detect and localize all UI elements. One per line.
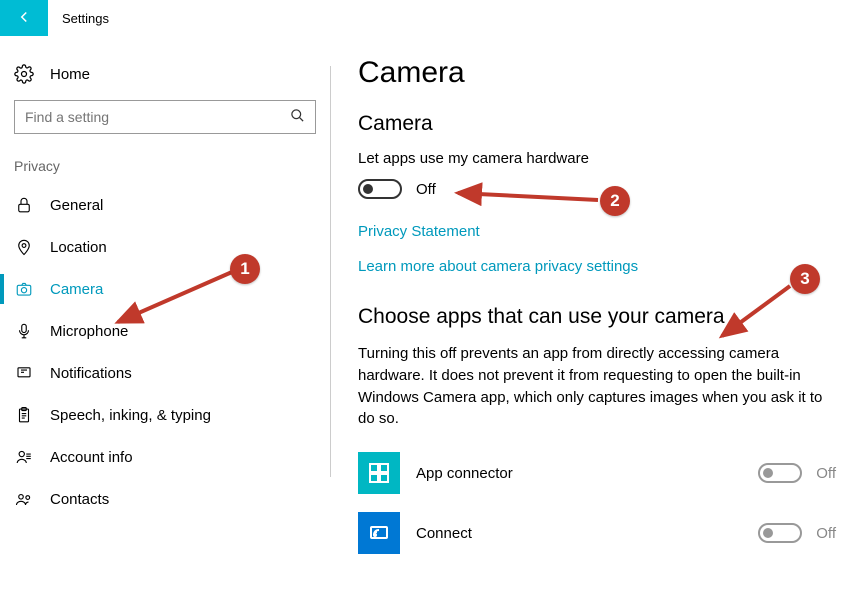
annotation-badge-2: 2 — [600, 186, 630, 216]
annotation-badge-1: 1 — [230, 254, 260, 284]
annotation-badge-3: 3 — [790, 264, 820, 294]
annotation-arrows — [0, 0, 856, 592]
